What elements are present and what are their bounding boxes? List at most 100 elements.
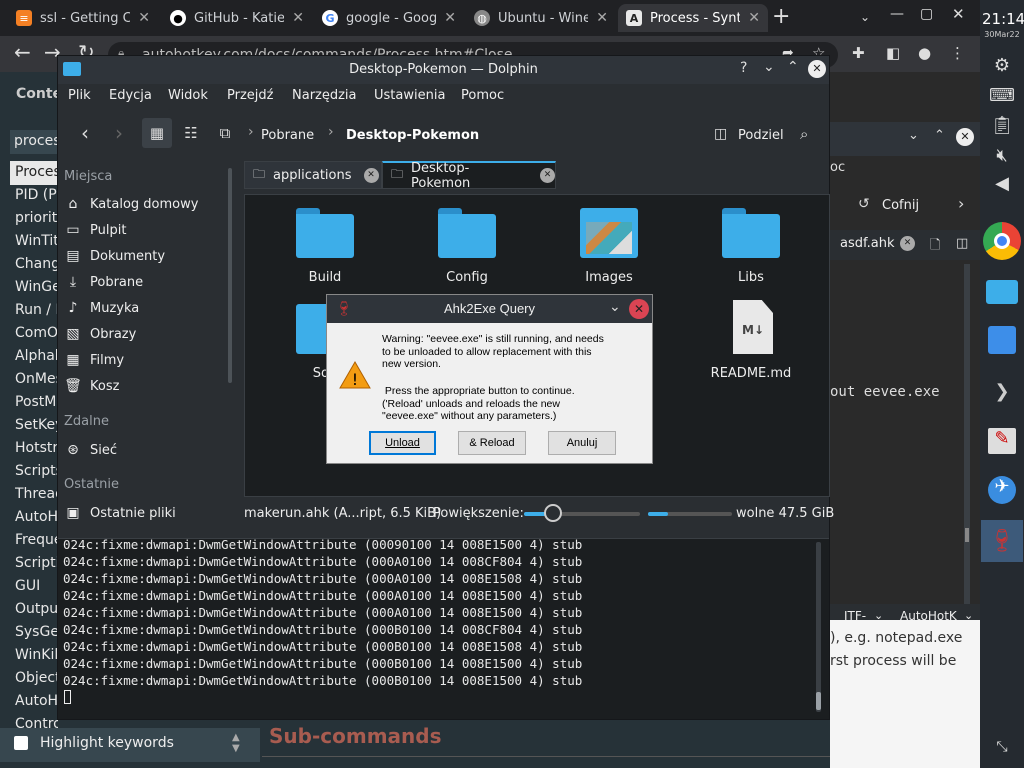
profile-icon[interactable]: ●: [918, 44, 931, 62]
file-item[interactable]: Libs: [691, 204, 811, 294]
close-icon[interactable]: ✕: [748, 10, 760, 26]
close-icon[interactable]: ✕: [629, 299, 649, 319]
sidepanel-icon[interactable]: ◧: [886, 44, 900, 62]
terminal-scrollbar[interactable]: [816, 542, 821, 712]
chevron-down-icon[interactable]: ⌄: [908, 128, 919, 143]
back-icon[interactable]: ‹: [70, 118, 100, 148]
menu-item[interactable]: Widok: [168, 88, 208, 103]
expand-icon[interactable]: ⤡: [980, 728, 1024, 766]
new-tab-button[interactable]: +: [772, 4, 790, 29]
toc-item[interactable]: WinTitl: [15, 233, 58, 249]
close-icon[interactable]: ✕: [956, 128, 974, 146]
close-icon[interactable]: ✕: [952, 5, 965, 23]
places-scrollbar[interactable]: [228, 168, 232, 383]
toc-item[interactable]: AutoHo: [15, 693, 58, 709]
close-icon[interactable]: ✕: [363, 167, 379, 183]
unload-button[interactable]: Unload: [369, 431, 436, 455]
toc-item[interactable]: Output: [15, 601, 58, 617]
menu-icon[interactable]: ⋮: [950, 44, 965, 62]
reload-button[interactable]: & Reload: [458, 431, 526, 455]
split-icon[interactable]: ◫: [714, 126, 727, 142]
toc-item[interactable]: Alphab: [15, 348, 58, 364]
close-icon[interactable]: ✕: [808, 60, 826, 78]
place-recent-files[interactable]: ▣ Ostatnie pliki: [64, 500, 175, 526]
maximize-icon[interactable]: ▢: [920, 6, 933, 22]
place-item[interactable]: ⤓ Pobrane: [64, 269, 143, 295]
help-icon[interactable]: ?: [740, 60, 747, 76]
tab-search-icon[interactable]: ⌄: [860, 10, 870, 24]
tab-applications[interactable]: 🗀︎ applications ✕: [244, 161, 382, 189]
close-icon[interactable]: ✕: [596, 10, 608, 26]
breadcrumb-current[interactable]: Desktop-Pokemon: [346, 128, 479, 143]
highlight-checkbox[interactable]: [14, 736, 28, 750]
terminal-scrollbar-thumb[interactable]: [816, 692, 821, 710]
toc-item[interactable]: Thread: [15, 486, 58, 502]
spin-icon[interactable]: ▲ ▼: [232, 732, 240, 754]
close-icon[interactable]: ✕: [900, 236, 915, 251]
file-item[interactable]: M↓ README.md: [691, 300, 811, 390]
details-view-icon[interactable]: ⧉: [210, 118, 240, 148]
toc-item[interactable]: PostMe: [15, 394, 58, 410]
editor-scrollbar[interactable]: [964, 264, 970, 604]
toc-item[interactable]: Freque: [15, 532, 58, 548]
place-item[interactable]: ▦ Filmy: [64, 347, 124, 373]
toc-item[interactable]: GUI: [15, 578, 58, 594]
close-icon[interactable]: ✕: [540, 168, 555, 183]
extensions-icon[interactable]: ✚: [852, 44, 865, 62]
toc-item[interactable]: ComO: [15, 325, 58, 341]
split-icon[interactable]: ◫: [956, 236, 968, 251]
new-file-icon[interactable]: 🗋︎: [930, 236, 940, 258]
toc-item[interactable]: Run / R: [15, 302, 58, 318]
toc-item[interactable]: Chang: [15, 256, 58, 272]
search-icon[interactable]: ⌕: [800, 125, 808, 143]
chevron-right-icon[interactable]: ›: [958, 194, 964, 213]
wine-notepad-icon[interactable]: ✎: [988, 428, 1016, 454]
undo-button[interactable]: Cofnij: [882, 198, 919, 213]
toc-item[interactable]: SetKey: [15, 417, 58, 433]
menu-item[interactable]: Narzędzia: [292, 88, 357, 103]
menu-item[interactable]: Pomoc: [461, 88, 504, 103]
menu-item[interactable]: Plik: [68, 88, 91, 103]
toc-item[interactable]: Scriptin: [15, 555, 58, 571]
place-item[interactable]: ♪ Muzyka: [64, 295, 140, 321]
place-network[interactable]: ⊛ Sieć: [64, 437, 117, 463]
close-icon[interactable]: ✕: [138, 10, 150, 26]
place-item[interactable]: ▭ Pulpit: [64, 217, 126, 243]
toc-item[interactable]: PID (P: [15, 187, 58, 203]
minimize-icon[interactable]: —: [890, 6, 904, 22]
arrow-left-icon[interactable]: ◀︎: [980, 164, 1024, 202]
browser-tab-ubuntu[interactable]: ◍ Ubuntu - Wine ✕: [466, 4, 616, 32]
toc-item[interactable]: priority: [15, 210, 58, 226]
browser-tab-github[interactable]: ● GitHub - Katie ✕: [162, 4, 312, 32]
close-icon[interactable]: ✕: [444, 10, 456, 26]
close-icon[interactable]: ✕: [292, 10, 304, 26]
toc-item[interactable]: AutoHo: [15, 509, 58, 525]
browser-tab-ssl[interactable]: ≡ ssl - Getting Cl ✕: [8, 4, 158, 32]
place-item[interactable]: ⌂ Katalog domowy: [64, 191, 199, 217]
minimize-icon[interactable]: ⌄: [763, 59, 775, 75]
chrome-icon[interactable]: [983, 222, 1021, 260]
undo-icon[interactable]: ↺: [858, 196, 870, 212]
place-item[interactable]: ▧ Obrazy: [64, 321, 136, 347]
menu-item[interactable]: Edycja: [109, 88, 152, 103]
menu-item[interactable]: Ustawienia: [374, 88, 445, 103]
toc-item[interactable]: Object: [15, 670, 58, 686]
icons-view-icon[interactable]: ▦: [142, 118, 172, 148]
file-item[interactable]: Images: [549, 204, 669, 294]
toc-item[interactable]: Scripts: [15, 463, 58, 479]
toc-item[interactable]: Proces: [15, 164, 58, 180]
browser-tab-process[interactable]: A Process - Synt ✕: [618, 4, 768, 32]
file-item[interactable]: Config: [407, 204, 527, 294]
dolphin-icon[interactable]: [986, 280, 1018, 304]
zoom-slider-handle[interactable]: [544, 504, 562, 522]
forward-icon[interactable]: ›: [104, 118, 134, 148]
compact-view-icon[interactable]: ☷: [176, 118, 206, 148]
wine-icon[interactable]: 🍷︎: [981, 520, 1023, 562]
toc-item[interactable]: SysGe: [15, 624, 58, 640]
minimize-icon[interactable]: ⌄: [609, 298, 621, 315]
editor-scrollbar-thumb[interactable]: [965, 528, 969, 542]
place-item[interactable]: ▤ Dokumenty: [64, 243, 165, 269]
toc-search-input[interactable]: proces: [10, 130, 61, 154]
tab-desktop-pokemon[interactable]: 🗀︎ Desktop-Pokemon ✕: [382, 161, 556, 191]
chevron-up-icon[interactable]: ⌃: [934, 128, 945, 143]
